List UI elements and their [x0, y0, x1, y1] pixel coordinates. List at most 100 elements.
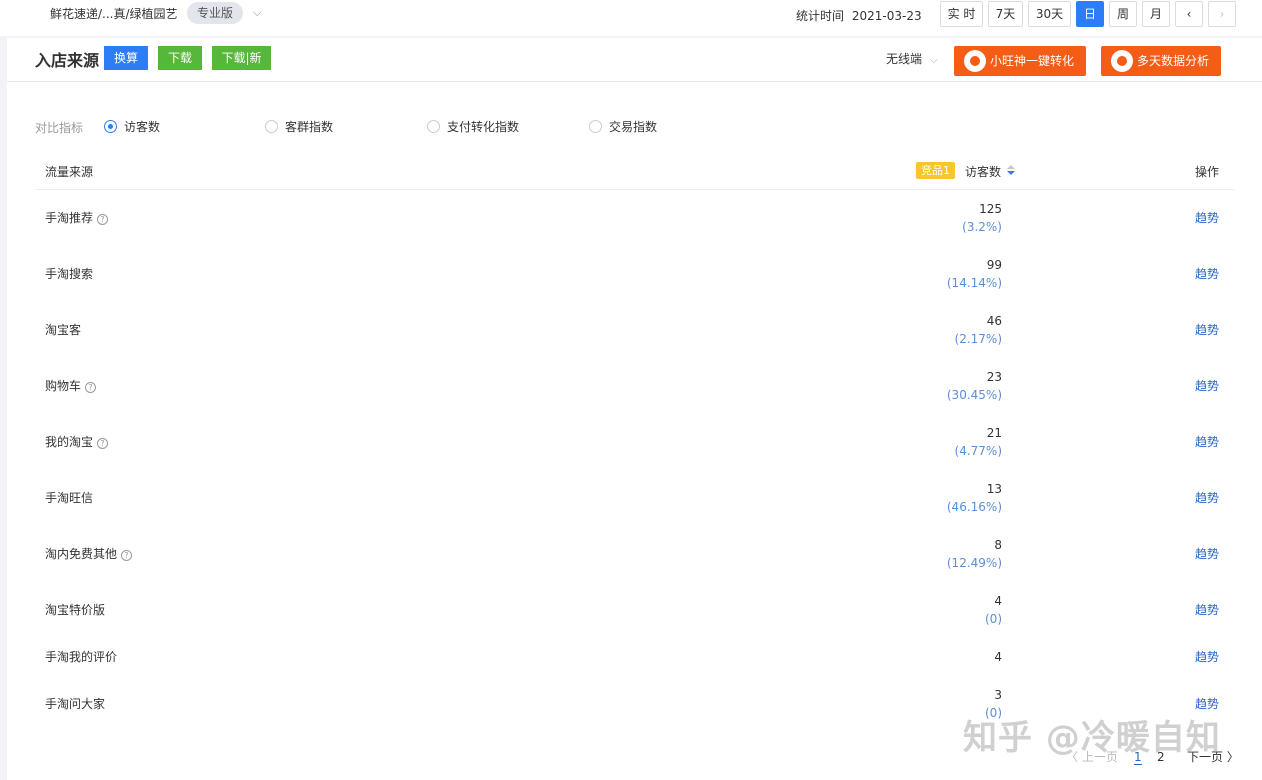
metric-audience-radio[interactable]: 客群指数 — [265, 119, 333, 135]
compare-metrics: 对比指标 访客数 客群指数 支付转化指数 交易指数 — [35, 119, 935, 135]
visitor-value: 13 (46.16%) — [947, 480, 1002, 516]
metric-conversion-radio[interactable]: 支付转化指数 — [427, 119, 519, 135]
source-name-label: 淘内免费其他 — [45, 547, 118, 561]
trend-link[interactable]: 趋势 — [1195, 601, 1219, 618]
visitor-percent: (2.17%) — [954, 332, 1002, 346]
visitor-count: 3 — [994, 688, 1002, 702]
visitor-percent: (30.45%) — [946, 388, 1002, 402]
source-name-label: 购物车 — [45, 379, 82, 393]
panel-header: 入店来源 换算 下载 下载|新 无线端 ⌵ 小旺神一键转化 多天数据分析 — [7, 38, 1262, 82]
source-name: 淘宝特价版 — [45, 601, 105, 618]
table-row: 手淘搜索 99 (14.14%) 趋势 — [35, 246, 1235, 302]
range-30d-button[interactable]: 30天 — [1028, 1, 1071, 27]
edition-badge: 专业版 — [187, 2, 244, 24]
source-name-label: 手淘推荐 — [45, 211, 94, 225]
visitor-percent: (14.14%) — [946, 276, 1002, 290]
visitor-count: 4 — [994, 594, 1002, 608]
source-name-label: 淘宝特价版 — [45, 603, 106, 617]
source-name-label: 手淘搜索 — [45, 267, 94, 281]
table-row: 淘宝客 46 (2.17%) 趋势 — [35, 302, 1235, 358]
metric-trade-radio[interactable]: 交易指数 — [589, 119, 657, 135]
trend-link[interactable]: 趋势 — [1195, 433, 1219, 450]
visitor-count: 4 — [994, 650, 1002, 664]
source-name-label: 手淘问大家 — [45, 697, 106, 711]
next-date-button[interactable]: › — [1208, 1, 1236, 27]
metric-label: 访客数 — [124, 120, 161, 134]
table-row: 淘内免费其他? 8 (12.49%) 趋势 — [35, 526, 1235, 582]
multiday-label: 多天数据分析 — [1137, 54, 1210, 68]
metric-label: 客群指数 — [285, 120, 334, 134]
source-name: 淘宝客 — [45, 321, 81, 338]
metric-visitors-radio[interactable]: 访客数 — [104, 119, 160, 135]
question-circle-icon[interactable]: ? — [97, 438, 109, 449]
source-name-label: 淘宝客 — [45, 323, 82, 337]
source-name: 我的淘宝? — [45, 433, 109, 450]
device-label: 无线端 — [886, 52, 923, 66]
source-name: 手淘问大家 — [45, 695, 105, 712]
question-circle-icon[interactable]: ? — [121, 550, 133, 561]
radio-icon — [265, 120, 278, 133]
range-day-button[interactable]: 日 — [1076, 1, 1104, 27]
trend-link[interactable]: 趋势 — [1195, 209, 1219, 226]
source-name: 手淘我的评价 — [45, 648, 117, 665]
source-name-label: 手淘我的评价 — [45, 650, 118, 664]
compare-label: 对比指标 — [35, 121, 84, 135]
visitor-value: 99 (14.14%) — [947, 256, 1002, 292]
trend-link[interactable]: 趋势 — [1195, 489, 1219, 506]
top-bar: 鲜花速递/...真/绿植园艺 专业版 ⌵ 统计时间 2021-03-23 实 时… — [0, 0, 1262, 36]
range-realtime-button[interactable]: 实 时 — [940, 1, 983, 27]
visitor-count: 21 — [986, 426, 1002, 440]
chevron-down-icon: ⌵ — [930, 55, 938, 66]
source-name: 手淘推荐? — [45, 209, 109, 226]
download-new-button[interactable]: 下载|新 — [212, 46, 271, 70]
visitor-count: 46 — [986, 314, 1002, 328]
trend-link[interactable]: 趋势 — [1195, 377, 1219, 394]
visitor-value: 125 (3.2%) — [962, 200, 1002, 236]
trend-link[interactable]: 趋势 — [1195, 545, 1219, 562]
download-button[interactable]: 下载 — [158, 46, 202, 70]
trend-link[interactable]: 趋势 — [1195, 648, 1219, 665]
visitor-percent: (3.2%) — [962, 220, 1002, 234]
competitor-badge: 竞品1 — [916, 162, 955, 179]
question-circle-icon[interactable]: ? — [97, 214, 109, 225]
shop-breadcrumb[interactable]: 鲜花速递/...真/绿植园艺 — [50, 7, 178, 21]
prev-date-button[interactable]: ‹ — [1175, 1, 1203, 27]
range-month-button[interactable]: 月 — [1142, 1, 1170, 27]
multiday-analysis-button[interactable]: 多天数据分析 — [1101, 46, 1221, 76]
source-name: 购物车? — [45, 377, 97, 394]
watermark: 知乎 @冷暖自知 — [963, 718, 1221, 758]
sort-icon[interactable] — [1007, 165, 1015, 177]
visitor-count: 13 — [986, 482, 1002, 496]
visitor-percent: (12.49%) — [946, 556, 1002, 570]
table-row: 淘宝特价版 4 (0) 趋势 — [35, 582, 1235, 638]
radio-icon — [589, 120, 602, 133]
stat-date: 2021-03-23 — [851, 9, 922, 23]
visitor-value: 46 (2.17%) — [955, 312, 1002, 348]
mascot-icon — [964, 50, 986, 72]
table-row: 购物车? 23 (30.45%) 趋势 — [35, 358, 1235, 414]
chevron-down-icon[interactable]: ⌵ — [253, 6, 261, 20]
visitor-percent: (46.16%) — [946, 500, 1002, 514]
radio-icon — [427, 120, 440, 133]
col-op-header: 操作 — [1195, 165, 1220, 179]
visitor-count: 125 — [979, 202, 1002, 216]
source-name: 手淘搜索 — [45, 265, 93, 282]
stat-time-label: 统计时间 — [796, 9, 845, 23]
xiaowang-convert-button[interactable]: 小旺神一键转化 — [954, 46, 1086, 76]
range-week-button[interactable]: 周 — [1109, 1, 1137, 27]
trend-link[interactable]: 趋势 — [1195, 321, 1219, 338]
stat-time: 统计时间 2021-03-23 — [796, 7, 922, 24]
radio-checked-icon — [104, 120, 117, 133]
visitor-count: 23 — [986, 370, 1002, 384]
trend-link[interactable]: 趋势 — [1195, 265, 1219, 282]
question-circle-icon[interactable]: ? — [85, 382, 97, 393]
col-visitors-header[interactable]: 访客数 — [965, 163, 1001, 180]
convert-button[interactable]: 换算 — [104, 46, 148, 70]
col-source-header: 流量来源 — [45, 165, 94, 179]
device-select[interactable]: 无线端 ⌵ — [886, 50, 938, 67]
range-7d-button[interactable]: 7天 — [988, 1, 1023, 27]
chevron-right-icon: › — [1219, 7, 1225, 21]
visitor-value: 23 (30.45%) — [947, 368, 1002, 404]
table-row: 手淘推荐? 125 (3.2%) 趋势 — [35, 190, 1235, 246]
visitor-value: 21 (4.77%) — [955, 424, 1002, 460]
